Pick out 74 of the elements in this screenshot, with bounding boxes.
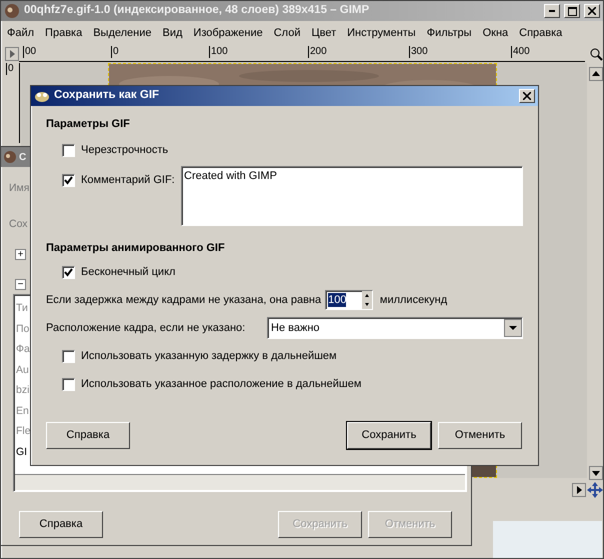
list-item[interactable]: Фа [16,343,30,355]
maximize-button[interactable] [564,4,580,18]
minimize-icon [549,10,555,12]
app-icon [3,150,17,164]
checkbox-label[interactable]: Использовать указанное расположение в дальнейшем [81,376,362,392]
unit-label: миллисекунд [380,292,448,308]
menu-item[interactable]: Вид [162,24,182,42]
list-item[interactable]: En [16,404,29,416]
scroll-right-icon [572,483,586,497]
window-title: 00qhfz7e.gif-1.0 (индексированное, 48 слоев) 389x415 – GIMP [24,3,370,18]
menu-item[interactable]: Справка [519,24,562,42]
close-button[interactable] [584,4,600,18]
ruler-label: 00 [23,46,36,58]
ruler-label: 200 [308,46,327,58]
window-title: С [19,150,26,164]
checkbox[interactable] [62,174,75,186]
comment-field[interactable]: Created with GIMP [181,166,523,226]
menu-item[interactable]: Инструменты [347,24,416,42]
checkmark-icon [64,176,73,184]
menu-item[interactable]: Выделение [93,24,152,42]
checkbox-label[interactable]: Использовать указанную задержку в дальнейшем [81,348,337,364]
horizontal-scrollbar[interactable] [15,474,465,490]
checkbox-label[interactable]: Комментарий GIF: [81,172,175,188]
list-item[interactable]: Ти [16,302,28,314]
menu-item[interactable]: Файл [7,24,34,42]
minimize-button[interactable] [544,4,560,18]
checkbox[interactable] [62,144,75,156]
expander-toggle[interactable]: + [15,249,26,260]
close-button[interactable] [519,89,535,103]
expander-toggle[interactable]: − [15,279,26,290]
list-item[interactable]: bzi [16,384,30,396]
list-item[interactable]: Au [16,364,29,376]
checkbox[interactable] [62,378,75,390]
list-item[interactable]: Fle [16,425,31,437]
dialog-button[interactable]: Справка [19,511,103,538]
checkmark-icon [64,268,73,276]
spin-up-icon [362,291,372,300]
move-icon [587,482,603,498]
field-label: Сох [9,217,28,232]
checkbox-label[interactable]: Бесконечный цикл [81,264,176,280]
app-icon [4,3,20,19]
app-icon [34,89,50,103]
field-label: Имя [9,181,30,196]
checkbox[interactable] [62,350,75,362]
section-heading: Параметры анимированного GIF [46,241,226,256]
menu-item[interactable]: Окна [482,24,508,42]
menu-item[interactable]: Слой [274,24,300,42]
dialog-button[interactable]: Сохранить [347,422,431,449]
dialog-title: Сохранить как GIF [54,88,160,104]
section-heading: Параметры GIF [46,117,131,132]
field-label: Расположение кадра, если не указано: [46,320,246,336]
zoom-icon [589,47,603,61]
dialog-button[interactable]: Справка [46,422,130,449]
checkbox-label[interactable]: Черезстрочность [81,142,168,158]
menu-item[interactable]: Правка [45,24,82,42]
spin-down-icon [362,300,372,309]
ruler-label: 100 [209,46,228,58]
dialog-button[interactable]: Отменить [438,422,522,449]
field-label: Если задержка между кадрами не указана, она равна [46,292,322,308]
ruler-label: 400 [511,46,530,58]
close-icon [523,92,531,100]
checkbox[interactable] [62,266,75,278]
list-item[interactable]: По [16,322,30,334]
menu-item[interactable]: Фильтры [426,24,472,42]
ruler-label: 0 [6,63,14,75]
dropdown-field[interactable]: Не важно [267,317,523,339]
close-icon [588,7,596,15]
menu-item[interactable]: Цвет [311,24,336,42]
ruler-label: 300 [409,46,428,58]
ruler-label: 0 [111,46,119,58]
maximize-icon [568,6,576,16]
spin-field[interactable]: 100 [325,290,374,310]
menu-item[interactable]: Изображение [193,24,263,42]
list-item[interactable]: GI [16,446,28,458]
